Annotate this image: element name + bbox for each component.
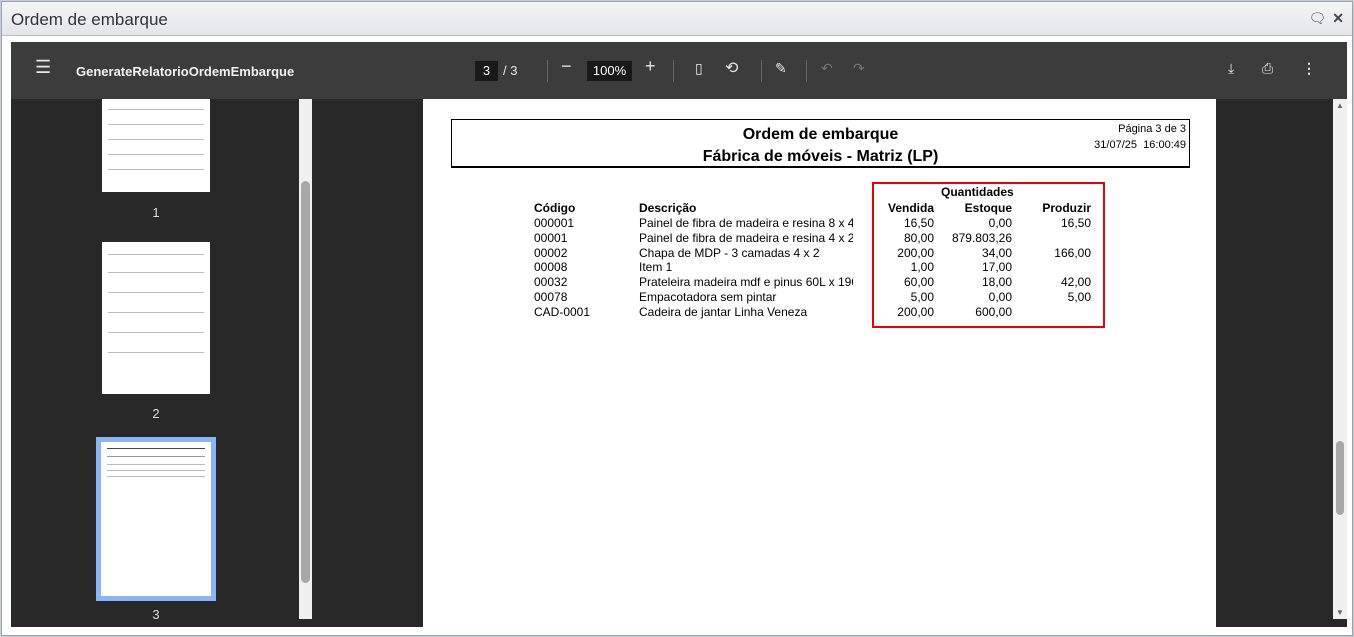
- cell-vendida: 60,00: [903, 275, 934, 290]
- main-scrollbar[interactable]: ▲ ▼: [1333, 99, 1347, 619]
- group-header: Quantidades: [941, 185, 1014, 199]
- page-number-input[interactable]: 3: [475, 61, 498, 81]
- cell-descricao: Cadeira de jantar Linha Veneza: [639, 304, 808, 319]
- zoom-input[interactable]: 100%: [587, 61, 632, 81]
- window-title: Ordem de embarque: [11, 10, 168, 29]
- thumbnail-page-3[interactable]: [96, 437, 216, 601]
- thumbnail-page-1[interactable]: [102, 99, 210, 192]
- cell-estoque: 0,00: [988, 290, 1012, 304]
- document-name: GenerateRelatorioOrdemEmbarque: [76, 64, 295, 79]
- zoom-out-button[interactable]: −: [561, 56, 572, 77]
- sidebar-scrollbar[interactable]: [299, 99, 312, 619]
- cell-codigo: CAD-0001: [534, 304, 591, 319]
- cell-descricao: Empacotadora sem pintar: [639, 290, 777, 304]
- cell-vendida: 200,00: [897, 245, 934, 260]
- cell-vendida: 200,00: [897, 304, 934, 319]
- cell-vendida: 5,00: [910, 290, 934, 304]
- column-header-descricao: Descrição: [639, 201, 697, 215]
- cell-produzir: 16,50: [1060, 216, 1091, 230]
- column-header-estoque: Estoque: [964, 201, 1012, 215]
- thumbnail-sidebar: 1 2 3: [11, 99, 313, 627]
- cell-descricao: Painel de fibra de madeira e resina 8 x …: [639, 216, 853, 230]
- cell-produzir: 42,00: [1060, 275, 1091, 290]
- cell-vendida: 1,00: [910, 260, 934, 275]
- cell-codigo: 000001: [534, 216, 575, 230]
- column-header-vendida: Vendida: [887, 201, 934, 215]
- cell-codigo: 00008: [534, 260, 568, 275]
- redo-icon[interactable]: ↷: [853, 60, 865, 77]
- cell-produzir: [1012, 305, 1091, 320]
- cell-produzir: 5,00: [1067, 290, 1091, 304]
- cell-produzir: 166,00: [1054, 245, 1091, 260]
- column-header-codigo: Código: [534, 201, 576, 215]
- cell-codigo: 00032: [534, 275, 568, 290]
- cell-estoque: 34,00: [981, 245, 1012, 260]
- title-bar: Ordem de embarque 🗨 ✕: [2, 2, 1352, 36]
- chat-icon[interactable]: 🗨: [1308, 10, 1326, 27]
- document-area: Ordem de embarque Fábrica de móveis - Ma…: [313, 99, 1347, 627]
- download-icon[interactable]: ⤓: [1228, 60, 1234, 77]
- cell-codigo: 00078: [534, 290, 568, 304]
- scrollbar-thumb[interactable]: [1336, 441, 1344, 515]
- more-options-icon[interactable]: ⋮: [1302, 60, 1316, 77]
- dialog-window: Ordem de embarque 🗨 ✕ ☰ GenerateRelatori…: [1, 1, 1353, 636]
- thumbnail-label: 3: [152, 607, 160, 622]
- cell-estoque: 17,00: [981, 260, 1012, 275]
- report-table: Quantidades Código Descrição Vendida Estoqu…: [423, 99, 1216, 399]
- cell-produzir: [1012, 260, 1091, 275]
- cell-descricao: Prateleira madeira mdf e pinus 60L x 190: [639, 275, 853, 290]
- menu-icon[interactable]: ☰: [35, 57, 51, 78]
- cell-estoque: 0,00: [988, 216, 1012, 230]
- zoom-in-button[interactable]: +: [645, 56, 656, 77]
- thumbnail-page-2[interactable]: [102, 242, 210, 394]
- cell-descricao: Painel de fibra de madeira e resina 4 x …: [639, 230, 853, 245]
- cell-produzir: [1012, 231, 1091, 246]
- fit-page-icon[interactable]: ▯: [695, 60, 703, 77]
- pdf-viewer: ☰ GenerateRelatorioOrdemEmbarque 3 / 3 −…: [11, 42, 1347, 627]
- draw-icon[interactable]: ✎: [775, 60, 787, 77]
- pdf-page: Ordem de embarque Fábrica de móveis - Ma…: [423, 99, 1216, 627]
- cell-estoque: 879.803,26: [951, 230, 1012, 245]
- thumbnail-label: 2: [152, 406, 160, 421]
- cell-vendida: 80,00: [903, 230, 934, 245]
- cell-descricao: Chapa de MDP - 3 camadas 4 x 2: [639, 245, 820, 260]
- cell-descricao: Item 1: [639, 260, 673, 275]
- cell-codigo: 00001: [534, 230, 568, 245]
- undo-icon[interactable]: ↶: [821, 60, 833, 77]
- print-icon[interactable]: ⎙: [1262, 60, 1273, 77]
- cell-vendida: 16,50: [903, 216, 934, 230]
- pdf-toolbar: ☰ GenerateRelatorioOrdemEmbarque 3 / 3 −…: [11, 42, 1347, 99]
- page-total: / 3: [503, 63, 518, 78]
- cell-estoque: 18,00: [981, 275, 1012, 290]
- scrollbar-thumb[interactable]: [301, 181, 310, 583]
- rotate-icon[interactable]: ⟲: [725, 58, 738, 78]
- cell-estoque: 600,00: [975, 304, 1012, 319]
- close-icon[interactable]: ✕: [1332, 10, 1344, 27]
- cell-codigo: 00002: [534, 245, 568, 260]
- column-header-produzir: Produzir: [1042, 201, 1091, 215]
- thumbnail-label: 1: [152, 205, 160, 220]
